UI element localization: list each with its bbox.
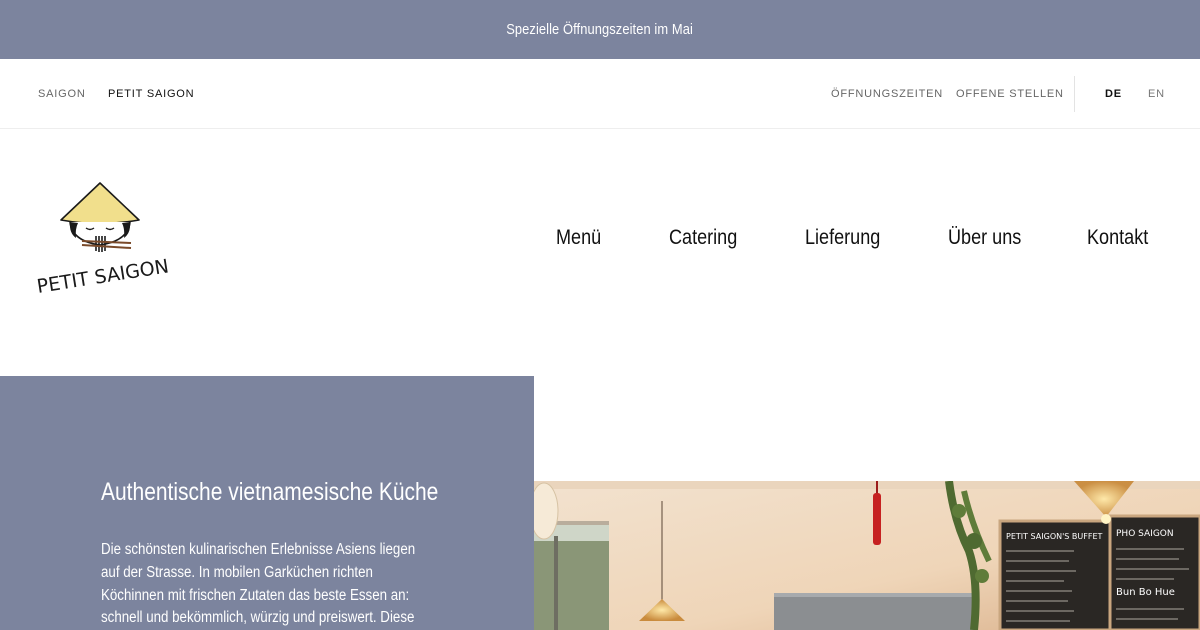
intro-panel: Authentische vietnamesische Küche Die sc… [0, 376, 534, 630]
site-logo[interactable]: PETIT SAIGON [30, 175, 180, 305]
nav-about-us[interactable]: Über uns [948, 226, 1021, 250]
board-right-item: Bun Bo Hue [1116, 587, 1175, 598]
language-de[interactable]: DE [1105, 88, 1122, 100]
intro-body: Die schönsten kulinarischen Erlebnisse A… [101, 541, 416, 627]
announcement-bar[interactable]: Spezielle Öffnungszeiten im Mai [0, 0, 1200, 59]
utility-link-jobs[interactable]: OFFENE STELLEN [956, 88, 1064, 100]
utility-link-opening-hours[interactable]: ÖFFNUNGSZEITEN [831, 88, 943, 100]
nav-catering[interactable]: Catering [669, 226, 737, 250]
logo-text: PETIT SAIGON [35, 255, 170, 298]
utility-link-saigon[interactable]: SAIGON [38, 88, 86, 100]
utility-nav: SAIGON PETIT SAIGON ÖFFNUNGSZEITEN OFFEN… [0, 59, 1200, 129]
utility-link-petit-saigon[interactable]: PETIT SAIGON [108, 88, 194, 100]
board-left-title: PETIT SAIGON'S BUFFET [1006, 532, 1103, 541]
nav-menu[interactable]: Menü [556, 226, 601, 250]
intro-title: Authentische vietnamesische Küche [101, 478, 439, 506]
utility-divider [1074, 76, 1075, 112]
board-right-title: PHO SAIGON [1116, 529, 1174, 539]
announcement-text[interactable]: Spezielle Öffnungszeiten im Mai [507, 21, 694, 38]
restaurant-photo: PETIT SAIGON'S BUFFET PHO SAIGON Bun Bo … [534, 481, 1200, 630]
nav-delivery[interactable]: Lieferung [805, 226, 880, 250]
logo-graphic: PETIT SAIGON [35, 182, 170, 298]
nav-contact[interactable]: Kontakt [1087, 226, 1148, 250]
language-en[interactable]: EN [1148, 88, 1165, 100]
